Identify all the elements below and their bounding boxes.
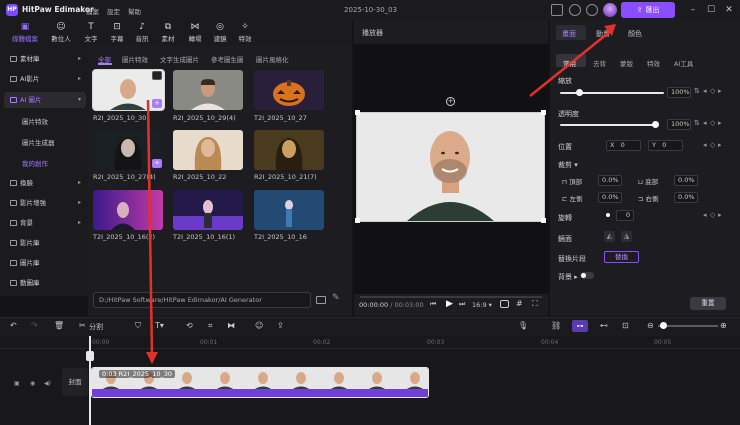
annotation-arrows [146, 24, 616, 364]
annotation-arrow-down [146, 99, 154, 357]
annotation-arrow-up [529, 29, 613, 97]
annotation-arrowhead [146, 352, 158, 364]
